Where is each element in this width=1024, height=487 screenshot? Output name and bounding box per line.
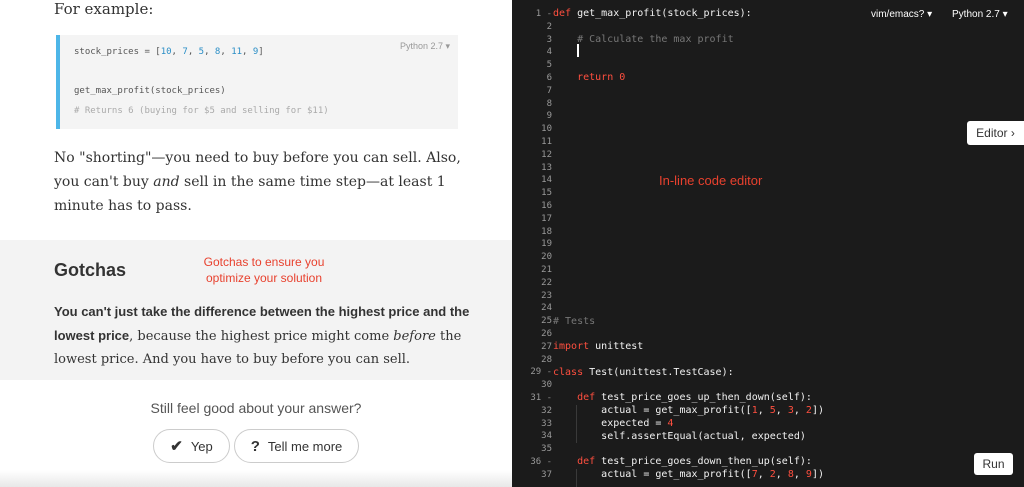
code-line-tests-comment: # Tests bbox=[553, 316, 596, 327]
text-cursor bbox=[577, 44, 579, 57]
code-line-return: return 0 bbox=[577, 72, 626, 83]
line-number: 18 bbox=[541, 226, 552, 237]
line-number: 14 bbox=[541, 175, 552, 186]
line-number: 13 bbox=[541, 162, 552, 173]
line-number: 34 bbox=[541, 431, 552, 442]
question-icon: ? bbox=[250, 437, 260, 455]
line-number: 7 bbox=[546, 85, 552, 96]
code-line-test2-def: def test_price_goes_down_then_up(self): bbox=[577, 456, 812, 467]
code-line-test1-expected: expected = 4 bbox=[601, 418, 674, 429]
line-number: 11 bbox=[541, 137, 552, 147]
line-number: 3 bbox=[546, 34, 552, 45]
line-number: 27 bbox=[541, 341, 552, 352]
code-line-test1-actual: actual = get_max_profit([1, 5, 3, 2]) bbox=[601, 405, 824, 416]
code-line-test1-def: def test_price_goes_up_then_down(self): bbox=[577, 392, 812, 403]
line-number: 6 bbox=[546, 73, 552, 83]
code-language-label[interactable]: Python 2.7 ▾ bbox=[400, 41, 450, 52]
line-number: 24 bbox=[541, 303, 552, 314]
for-example-text: For example: bbox=[54, 0, 154, 18]
line-number: 8 bbox=[546, 98, 552, 109]
line-number: 35 bbox=[541, 444, 552, 455]
line-number: 29 - bbox=[530, 367, 552, 378]
code-line-class: class Test(unittest.TestCase): bbox=[553, 367, 734, 378]
checkmark-icon: ✔ bbox=[170, 438, 183, 455]
line-number: 37 bbox=[541, 469, 552, 480]
line-number: 22 bbox=[541, 277, 552, 288]
gotcha-paragraph: You can't just take the difference betwe… bbox=[54, 304, 470, 367]
gotchas-annotation: Gotchas to ensure you optimize your solu… bbox=[203, 255, 325, 285]
line-number: 28 bbox=[541, 354, 552, 365]
yep-button[interactable]: ✔ Yep bbox=[153, 429, 230, 463]
code-line-import: import unittest bbox=[553, 341, 644, 352]
gotchas-section: Gotchas Gotchas to ensure you optimize y… bbox=[0, 240, 512, 380]
code-editor-panel[interactable]: vim/emacs? ▾ Python 2.7 ▾ 1 - 2 3 4 5 6 … bbox=[512, 0, 1024, 487]
line-number: 31 - bbox=[530, 393, 552, 403]
editor-button[interactable]: Editor › bbox=[967, 121, 1024, 145]
line-number: 17 bbox=[541, 213, 552, 224]
line-number: 23 bbox=[541, 290, 552, 301]
code-line-stock-prices: stock_prices = [10, 7, 5, 8, 11, 9] bbox=[74, 47, 264, 57]
line-number: 10 bbox=[541, 124, 552, 135]
inline-editor-annotation: In-line code editor bbox=[659, 173, 763, 188]
shorting-paragraph: No "shorting"—you need to buy before you… bbox=[54, 150, 461, 214]
run-button[interactable]: Run bbox=[974, 453, 1013, 475]
line-number: 25 bbox=[541, 316, 552, 327]
code-line-def: def get_max_profit(stock_prices): bbox=[553, 8, 752, 19]
keymap-dropdown[interactable]: vim/emacs? ▾ bbox=[871, 9, 932, 20]
bottom-fade bbox=[0, 470, 512, 487]
line-number: 15 bbox=[541, 188, 552, 199]
line-number: 21 bbox=[541, 265, 552, 275]
line-number: 20 bbox=[541, 252, 552, 263]
line-number: 33 bbox=[541, 418, 552, 429]
line-number: 19 bbox=[541, 239, 552, 250]
code-line-comment: # Returns 6 (buying for $5 and selling f… bbox=[74, 106, 329, 116]
line-number: 5 bbox=[546, 60, 552, 71]
example-code-block: Python 2.7 ▾ stock_prices = [10, 7, 5, 8… bbox=[56, 35, 458, 129]
line-number: 12 bbox=[541, 149, 552, 160]
line-number: 36 - bbox=[530, 457, 552, 467]
line-number: 16 bbox=[541, 201, 552, 211]
line-number: 32 bbox=[541, 405, 552, 416]
tell-me-more-button[interactable]: ? Tell me more bbox=[234, 429, 359, 463]
gotchas-heading: Gotchas bbox=[54, 260, 127, 280]
code-line-call: get_max_profit(stock_prices) bbox=[74, 86, 226, 96]
line-number: 1 - bbox=[535, 9, 552, 19]
code-line-test2-actual: actual = get_max_profit([7, 2, 8, 9]) bbox=[601, 469, 824, 480]
code-line-comment: # Calculate the max profit bbox=[553, 34, 734, 45]
line-number: 2 bbox=[546, 21, 552, 32]
feedback-question: Still feel good about your answer? bbox=[150, 400, 362, 416]
language-dropdown[interactable]: Python 2.7 ▾ bbox=[952, 9, 1008, 20]
line-number: 9 bbox=[546, 111, 552, 122]
line-number: 30 bbox=[541, 380, 552, 391]
article-panel: For example: Python 2.7 ▾ stock_prices =… bbox=[0, 0, 512, 487]
line-number: 26 bbox=[541, 329, 552, 339]
code-line-test1-assert: self.assertEqual(actual, expected) bbox=[601, 431, 806, 442]
line-number: 4 bbox=[546, 47, 552, 58]
